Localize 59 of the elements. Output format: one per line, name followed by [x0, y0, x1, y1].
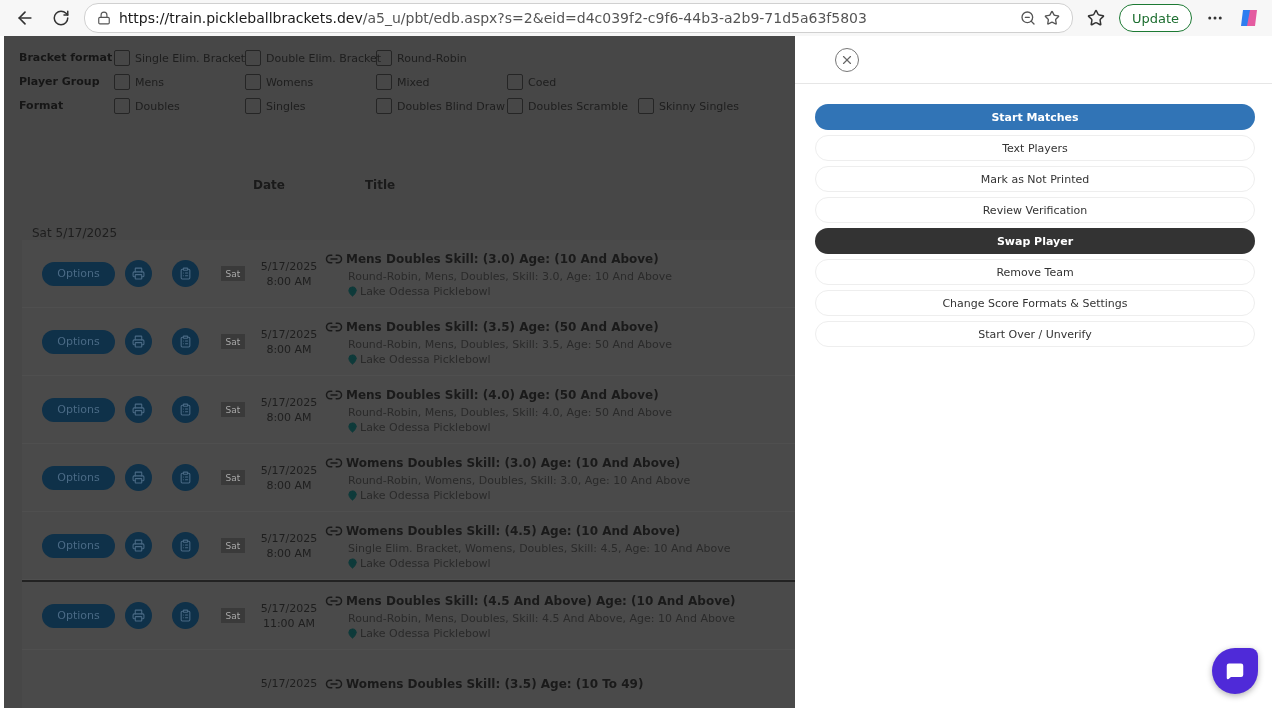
clipboard-icon[interactable]	[179, 471, 192, 484]
clipboard-button[interactable]	[172, 396, 199, 423]
action-button[interactable]: Review Verification	[815, 197, 1255, 223]
printer-icon[interactable]	[132, 335, 145, 348]
print-button[interactable]	[125, 464, 152, 491]
lock-icon	[97, 11, 111, 25]
options-button[interactable]: Options	[42, 329, 115, 354]
action-button[interactable]: Change Score Formats & Settings	[815, 290, 1255, 316]
printer-icon[interactable]	[132, 403, 145, 416]
clipboard-button[interactable]	[172, 532, 199, 559]
day-badge: Sat	[221, 538, 245, 553]
action-button[interactable]: Text Players	[815, 135, 1255, 161]
zoom-out-icon[interactable]	[1019, 10, 1036, 26]
options-button[interactable]: Options	[42, 261, 115, 286]
map-pin-icon	[347, 285, 358, 297]
clipboard-icon[interactable]	[179, 267, 192, 280]
print-button[interactable]	[125, 532, 152, 559]
address-bar[interactable]: https://train.pickleballbrackets.dev/a5_u/pbt/edb.aspx?s=2&eid=d4c039f2-c9f6-44b3-a2b9-71d5a63f5803	[84, 3, 1073, 33]
map-pin-icon	[347, 353, 358, 365]
favorite-star-icon[interactable]	[1043, 10, 1060, 26]
clipboard-icon[interactable]	[179, 539, 192, 552]
chat-button[interactable]	[1212, 648, 1258, 694]
print-button[interactable]	[125, 328, 152, 355]
clipboard-button[interactable]	[172, 260, 199, 287]
options-button[interactable]: Options	[42, 397, 115, 422]
day-badge: Sat	[221, 608, 245, 623]
options-button[interactable]: Options	[42, 603, 115, 628]
clipboard-button[interactable]	[172, 602, 199, 629]
map-pin-icon	[347, 421, 358, 433]
chat-icon[interactable]	[1226, 662, 1244, 680]
action-button[interactable]: Mark as Not Printed	[815, 166, 1255, 192]
close-button[interactable]	[835, 47, 859, 72]
map-pin-icon	[347, 627, 358, 639]
clipboard-icon[interactable]	[179, 335, 192, 348]
update-button[interactable]: Update	[1118, 4, 1192, 32]
clipboard-icon[interactable]	[179, 403, 192, 416]
options-button[interactable]: Options	[42, 465, 115, 490]
action-button[interactable]: Start Over / Unverify	[815, 321, 1255, 347]
action-button[interactable]: Start Matches	[815, 104, 1255, 130]
print-button[interactable]	[125, 602, 152, 629]
day-badge: Sat	[221, 334, 245, 349]
day-badge: Sat	[221, 402, 245, 417]
copilot-icon[interactable]	[1238, 7, 1260, 29]
printer-icon[interactable]	[132, 267, 145, 280]
print-button[interactable]	[125, 396, 152, 423]
action-button[interactable]: Swap Player	[815, 228, 1255, 254]
clipboard-icon[interactable]	[179, 609, 192, 622]
clipboard-button[interactable]	[172, 464, 199, 491]
day-badge: Sat	[221, 266, 245, 281]
map-pin-icon	[347, 489, 358, 501]
print-button[interactable]	[125, 260, 152, 287]
printer-icon[interactable]	[132, 539, 145, 552]
day-badge: Sat	[221, 470, 245, 485]
action-button[interactable]: Remove Team	[815, 259, 1255, 285]
printer-icon[interactable]	[132, 609, 145, 622]
options-button[interactable]: Options	[42, 533, 115, 558]
clipboard-button[interactable]	[172, 328, 199, 355]
map-pin-icon	[347, 557, 358, 569]
printer-icon[interactable]	[132, 471, 145, 484]
